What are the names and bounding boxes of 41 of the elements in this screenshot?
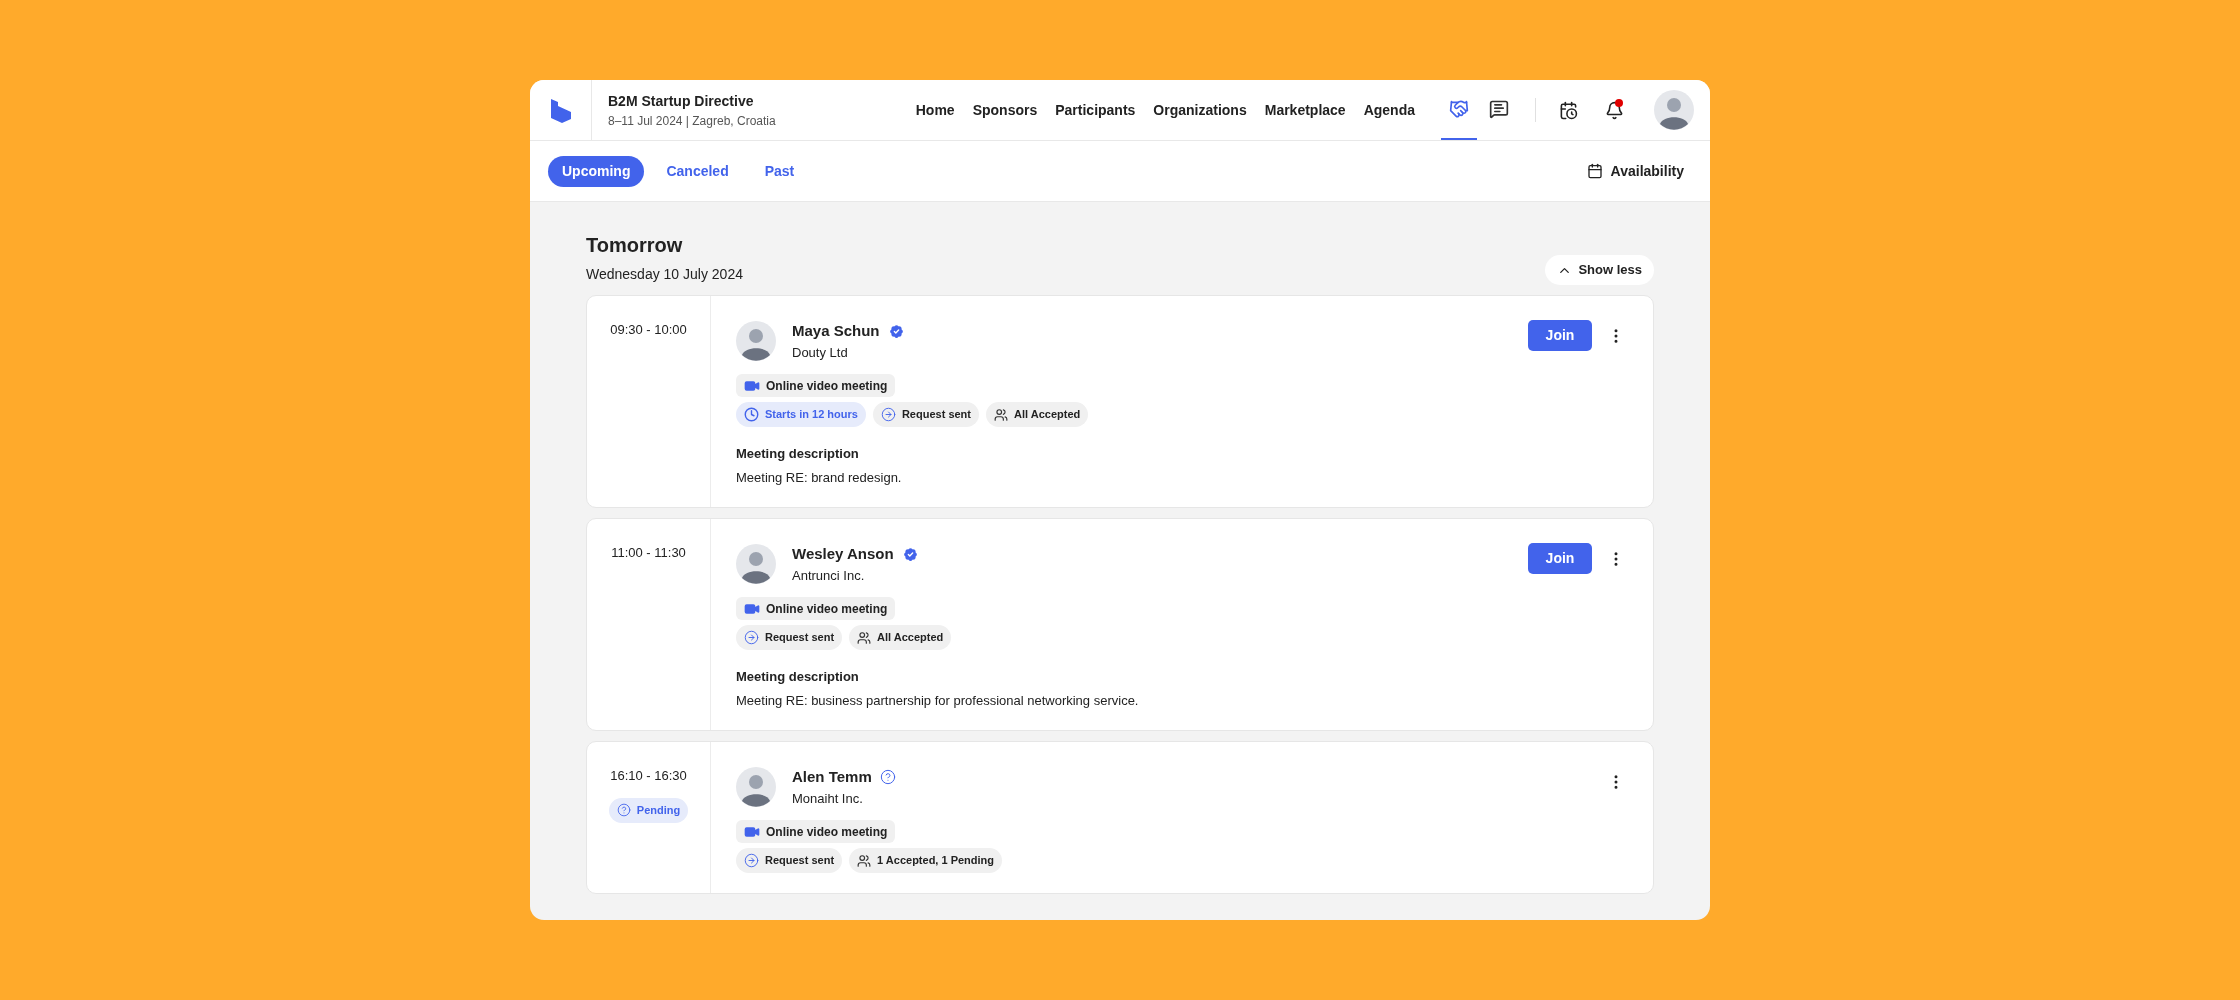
availability-button[interactable]: Availability — [1578, 160, 1692, 182]
tag-label: Starts in 12 hours — [765, 407, 858, 423]
join-button[interactable]: Join — [1528, 543, 1592, 574]
person-name: Maya Schun — [792, 321, 880, 341]
tab[interactable]: Canceled — [652, 155, 743, 187]
nav-link[interactable]: Home — [915, 99, 955, 121]
nav-link[interactable]: Organizations — [1153, 99, 1247, 121]
meeting-time: 11:00 - 11:30 — [611, 544, 686, 562]
tag-label: Request sent — [765, 630, 835, 646]
meeting-time: 09:30 - 10:00 — [610, 321, 687, 339]
meeting-type: Online video meeting — [766, 377, 888, 395]
join-button[interactable]: Join — [1528, 320, 1592, 351]
company-name: Monaiht Inc. — [792, 789, 864, 808]
person-name: Alen Temm — [792, 767, 872, 787]
day-title: Tomorrow — [586, 233, 684, 258]
nav-link[interactable]: Marketplace — [1264, 99, 1346, 121]
tab[interactable]: Upcoming — [548, 155, 645, 187]
event-subtitle: 8–11 Jul 2024 | Zagreb, Croatia — [608, 112, 776, 130]
show-less-button[interactable]: Show less — [1545, 255, 1654, 285]
description-text: Meeting RE: business partnership for professional networking service. — [736, 691, 1140, 710]
tag-label: All Accepted — [1014, 407, 1081, 423]
person-name: Wesley Anson — [792, 544, 894, 564]
nav-link[interactable]: Sponsors — [972, 99, 1038, 121]
status-label: Pending — [636, 802, 681, 818]
meeting-time: 16:10 - 16:30 — [610, 767, 687, 785]
day-date: Wednesday 10 July 2024 — [586, 265, 743, 284]
description-heading: Meeting description — [736, 445, 860, 463]
company-name: Douty Ltd — [792, 343, 849, 362]
tag-label: Request sent — [765, 853, 835, 869]
tab[interactable]: Past — [750, 155, 809, 187]
tag-label: Request sent — [901, 407, 971, 423]
nav-link[interactable]: Agenda — [1363, 99, 1415, 121]
nav-link[interactable]: Participants — [1055, 99, 1136, 121]
tag-label: All Accepted — [877, 630, 944, 646]
company-name: Antrunci Inc. — [792, 566, 866, 585]
description-text: Meeting RE: brand redesign. — [736, 468, 903, 487]
description-heading: Meeting description — [736, 668, 860, 686]
tag-label: 1 Accepted, 1 Pending — [877, 853, 995, 869]
meeting-type: Online video meeting — [766, 823, 888, 841]
event-title: B2M Startup Directive — [608, 91, 755, 111]
meeting-type: Online video meeting — [766, 600, 888, 618]
